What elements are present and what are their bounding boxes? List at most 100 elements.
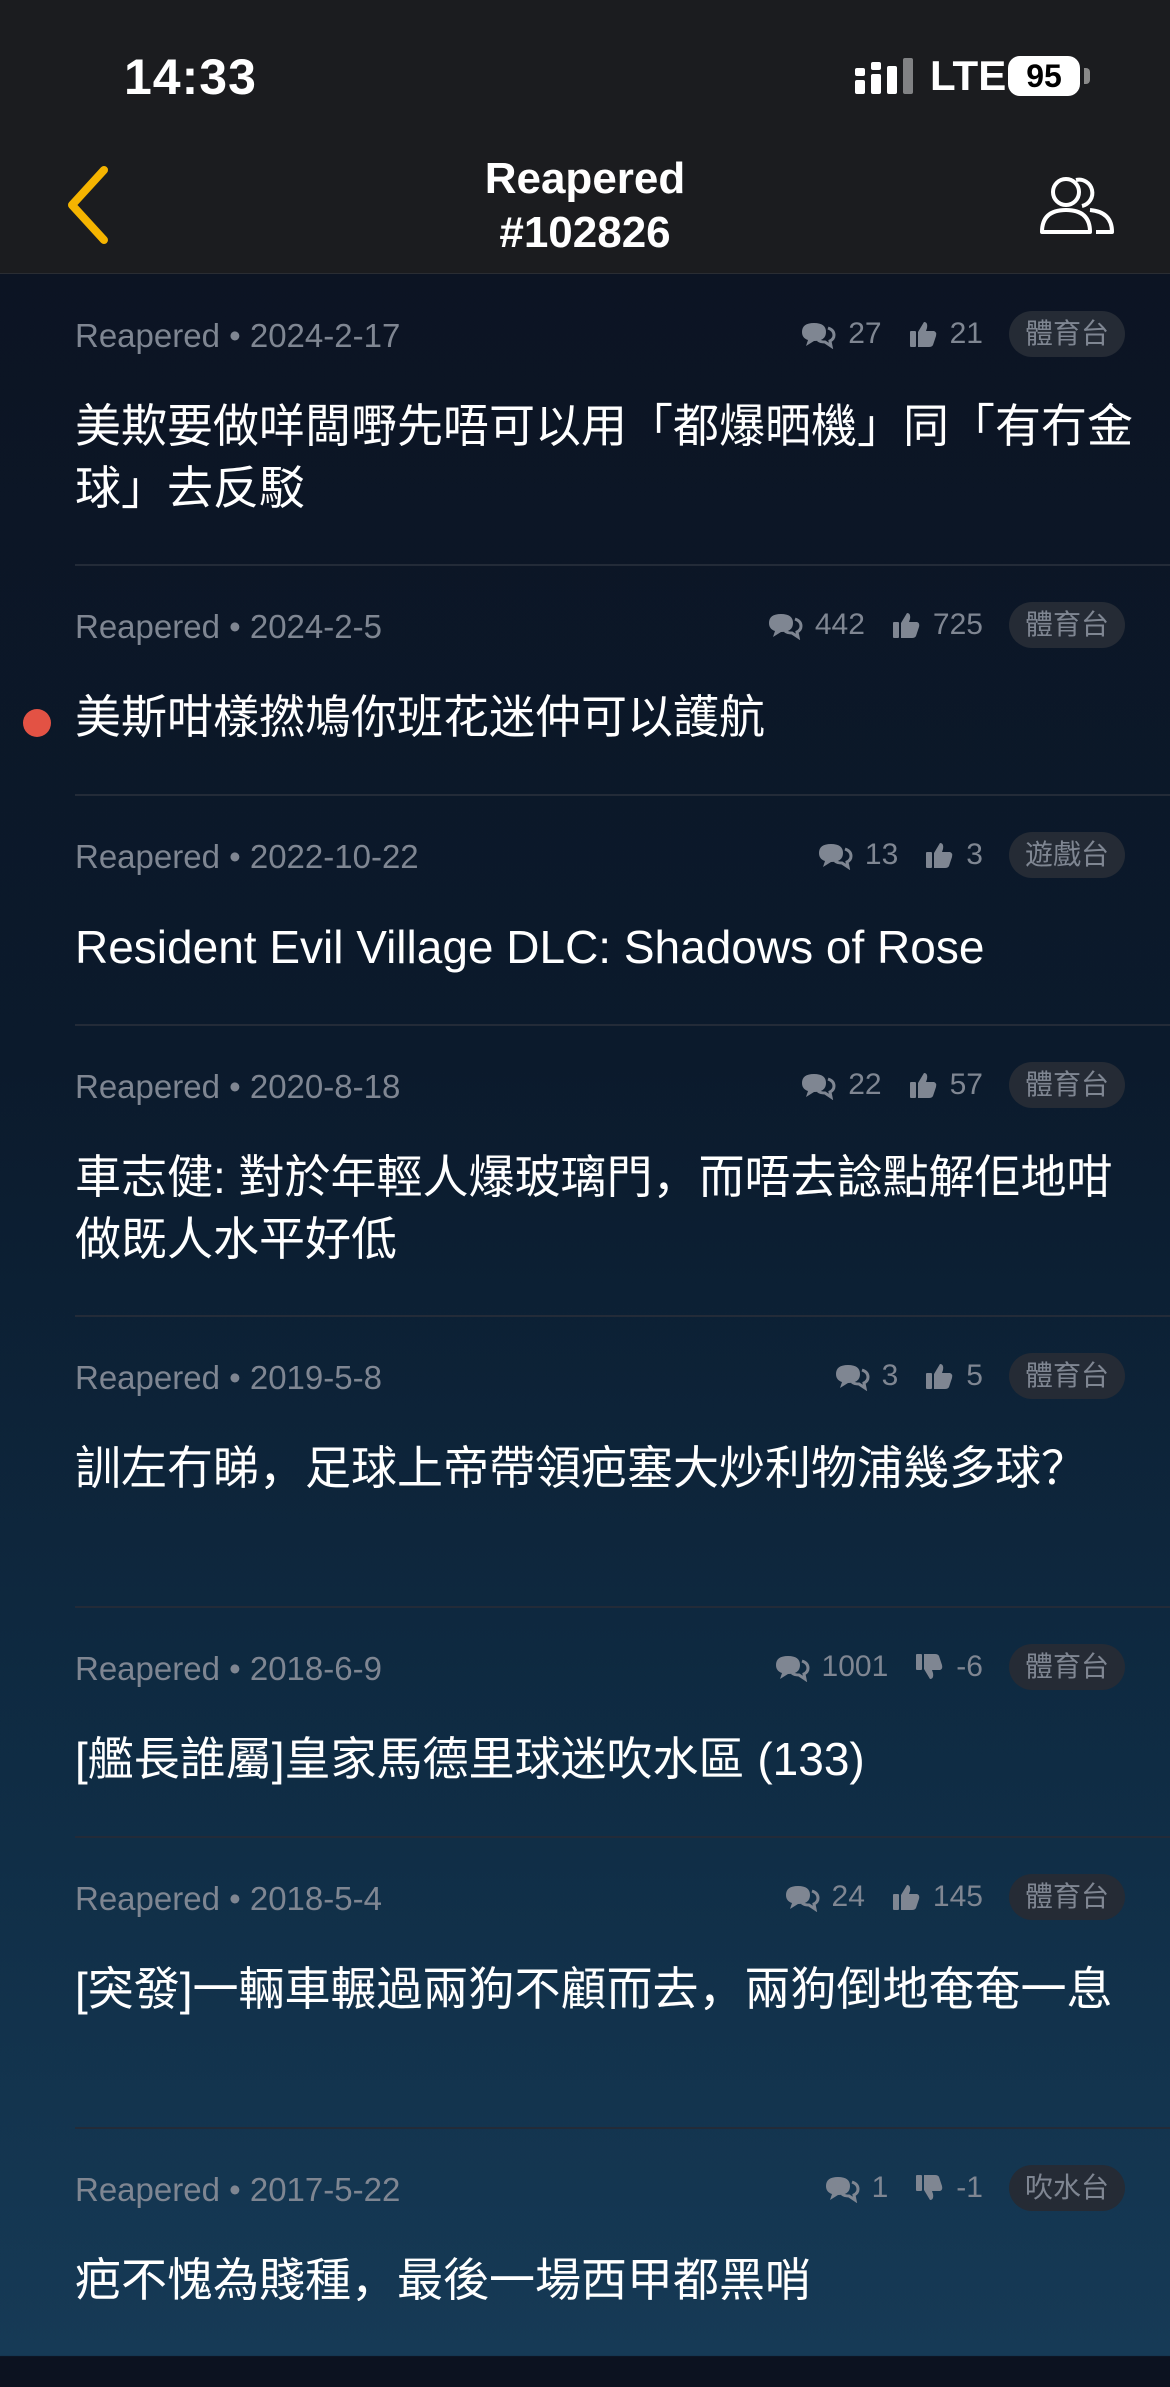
comment-count: 3 [881,1359,899,1392]
post-author: Reapered [75,1650,220,1687]
post-meta: Reapered • 2024-2-17 [75,317,400,355]
board-badge: 體育台 [1008,1062,1125,1108]
comment-count: 22 [848,1068,882,1101]
post-meta: Reapered • 2018-5-4 [75,1880,382,1918]
comment-icon [800,1070,836,1100]
board-badge: 體育台 [1008,1874,1125,1920]
post-meta: Reapered • 2019-5-8 [75,1359,382,1397]
battery-cap [1084,68,1090,84]
list-item[interactable]: Reapered • 2018-5-4 24 145 體育台 [突發]一輛車輾過兩狗不顧… [75,1836,1170,2129]
vote-count: 725 [932,608,983,641]
post-meta: Reapered • 2022-10-22 [75,838,419,876]
battery-icon: 95 [1008,56,1080,96]
post-date: 2017-5-22 [249,2171,401,2208]
list-item[interactable]: Reapered • 2018-6-9 1001 -6 體育台 [艦長誰屬]皇家馬德里球… [75,1606,1170,1838]
users-icon[interactable] [1036,170,1116,240]
post-stats: 13 3 遊戲台 [817,832,1125,878]
post-title[interactable]: 訓左冇睇，足球上帝帶領疤塞大炒利物浦幾多球？ [75,1437,1135,1499]
post-stats: 22 57 體育台 [800,1062,1125,1108]
list-item[interactable]: Reapered • 2020-8-18 22 57 體育台車志健: 對於年輕人爆玻璃… [75,1024,1170,1317]
status-time: 14:33 [124,49,257,105]
post-author: Reapered [75,1880,220,1917]
vote-count: 145 [932,1880,983,1913]
meta-separator: • [219,608,250,645]
meta-separator: • [219,1359,250,1396]
thumbs-up-icon [924,1361,954,1391]
post-title[interactable]: [突發]一輛車輾過兩狗不顧而去，兩狗倒地奄奄一息 [75,1958,1135,2020]
thumbs-up-icon [891,1882,921,1912]
comment-count: 27 [848,317,882,350]
unread-indicator [23,709,51,737]
comment-count: 1 [871,2171,889,2204]
post-title[interactable]: 疤不愧為賤種，最後一場西甲都黑哨 [75,2249,1135,2311]
post-title[interactable]: 美欺要做咩闆嘢先唔可以用「都爆晒機」同「有冇金球」去反駁 [75,395,1135,519]
post-title[interactable]: 車志健: 對於年輕人爆玻璃門，而唔去諗點解佢地咁做既人水平好低 [75,1146,1135,1270]
thumbs-up-icon [908,1070,938,1100]
post-stats: 442 725 體育台 [767,602,1125,648]
post-author: Reapered [75,1068,220,1105]
comment-count: 24 [831,1880,865,1913]
thumbs-up-icon [908,319,938,349]
post-author: Reapered [75,1359,220,1396]
vote-count: 57 [949,1068,983,1101]
post-date: 2024-2-5 [249,608,382,645]
network-type: LTE [930,52,1007,99]
board-badge: 遊戲台 [1008,832,1125,878]
post-title[interactable]: Resident Evil Village DLC: Shadows of Ro… [75,916,1135,978]
comment-icon [800,319,836,349]
thumbs-up-icon [891,610,921,640]
post-date: 2018-5-4 [249,1880,382,1917]
vote-count: -1 [956,2171,983,2204]
top-bar: 14:33 LTE 95 Reapered #102826 [0,0,1170,274]
post-meta: Reapered • 2020-8-18 [75,1068,400,1106]
thumbs-down-icon [914,1652,944,1682]
board-badge: 體育台 [1008,602,1125,648]
post-author: Reapered [75,317,220,354]
title-user-id: #102826 [499,208,671,257]
comment-icon [817,840,853,870]
comment-icon [834,1361,870,1391]
post-date: 2024-2-17 [249,317,401,354]
post-meta: Reapered • 2017-5-22 [75,2171,400,2209]
meta-separator: • [219,838,250,875]
post-stats: 3 5 體育台 [834,1353,1125,1399]
page-title: Reapered #102826 [0,152,1170,260]
comment-count: 442 [814,608,865,641]
post-stats: 1001 -6 體育台 [774,1644,1125,1690]
post-date: 2018-6-9 [249,1650,382,1687]
meta-separator: • [219,1880,250,1917]
post-date: 2022-10-22 [249,838,419,875]
thumbs-up-icon [924,840,954,870]
board-badge: 體育台 [1008,311,1125,357]
comment-icon [774,1652,810,1682]
post-author: Reapered [75,2171,220,2208]
post-title[interactable]: [艦長誰屬]皇家馬德里球迷吹水區 (133) [75,1728,1135,1790]
thumbs-down-icon [914,2173,944,2203]
comment-count: 13 [864,838,899,871]
board-badge: 體育台 [1008,1353,1125,1399]
list-item[interactable]: Reapered • 2024-2-5 442 725 體育台美斯咁樣撚鳩你班花迷仲可… [75,564,1170,796]
list-item[interactable]: Reapered • 2019-5-8 3 5 體育台訓左冇睇，足球上帝帶領疤塞大炒利… [75,1315,1170,1608]
meta-separator: • [219,1068,250,1105]
vote-count: 21 [949,317,983,350]
vote-count: 5 [966,1359,983,1392]
meta-separator: • [219,2171,250,2208]
vote-count: 3 [966,838,983,871]
post-date: 2020-8-18 [249,1068,401,1105]
post-stats: 24 145 體育台 [784,1874,1125,1920]
comment-icon [824,2173,860,2203]
list-item[interactable]: Reapered • 2022-10-22 13 3 遊戲台 Resident Evil… [75,794,1170,1026]
post-title[interactable]: 美斯咁樣撚鳩你班花迷仲可以護航 [75,686,1135,748]
meta-separator: • [219,317,250,354]
signal-icon [855,58,913,94]
post-stats: 1 -1 吹水台 [824,2165,1125,2211]
post-stats: 27 21 體育台 [800,311,1125,357]
post-author: Reapered [75,608,220,645]
list-item[interactable]: Reapered • 2017-5-22 1 -1 吹水台 疤不愧為賤種，最後一場西甲都… [75,2127,1170,2387]
post-meta: Reapered • 2018-6-9 [75,1650,382,1688]
list-item[interactable]: Reapered • 2024-2-17 27 21 體育台美欺要做咩闆嘢先唔可以用「… [75,273,1170,566]
meta-separator: • [219,1650,250,1687]
board-badge: 體育台 [1008,1644,1125,1690]
post-date: 2019-5-8 [249,1359,382,1396]
post-meta: Reapered • 2024-2-5 [75,608,382,646]
